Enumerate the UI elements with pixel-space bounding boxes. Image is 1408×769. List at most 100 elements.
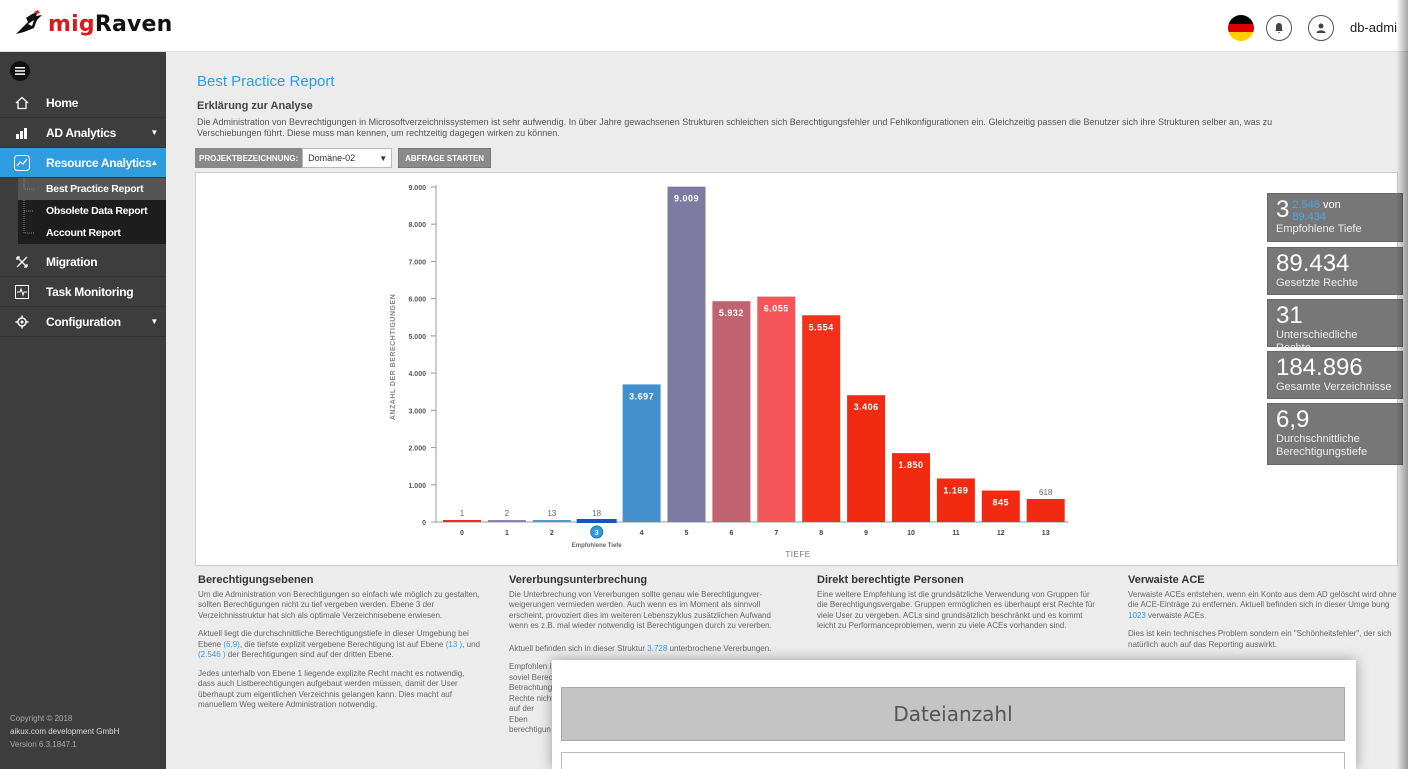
bar-depth-8 [802,315,841,522]
user-avatar-icon[interactable] [1308,15,1334,41]
x-tick-label: 12 [997,530,1005,537]
page-title: Best Practice Report [197,73,335,90]
monitor-icon [14,284,30,300]
x-tick-label: 8 [819,530,823,537]
sidebar-subitem-label: Account Report [46,227,121,239]
sidebar-subitem-account-report[interactable]: Account Report [18,222,166,244]
x-axis-label: TIEFE [785,550,810,559]
stat-value: 6,9 [1276,406,1310,433]
sidebar-item-ad-analytics[interactable]: AD Analytics ▼ [0,118,166,148]
orphaned-ace-link[interactable]: 1023 [1128,611,1146,620]
recommended-depth-label: Empfohlene Tiefe [572,543,623,549]
bar-value-label: 2 [505,509,510,518]
start-query-button[interactable]: ABFRAGE STARTEN [398,148,492,168]
y-tick-label: 7.000 [408,259,426,266]
caret-down-icon: ▼ [150,317,158,326]
bar-depth-5 [667,186,706,523]
y-tick-label: 6.000 [408,297,426,304]
popup-panel: Dateianzahl [552,660,1356,769]
secondary-option-button[interactable] [561,752,1345,769]
y-tick-label: 2.000 [408,446,426,453]
sidebar-item-label: Task Monitoring [46,284,134,299]
sidebar-item-configuration[interactable]: Configuration ▼ [0,307,166,337]
menu-toggle-icon[interactable] [10,61,30,81]
x-tick-label: 3 [595,530,599,537]
stat-value: 31 [1276,302,1303,329]
x-tick-label: 9 [864,530,868,537]
chart-panel: 0 1.000 2.000 3.000 4.000 5.000 6.000 7.000 8.00… [195,172,1403,566]
sidebar-item-label: Home [46,95,79,110]
stat-total-link: 89.434 [1292,211,1327,223]
german-flag-icon[interactable] [1228,15,1254,41]
x-tick-label: 6 [729,530,733,537]
stat-value: 3 [1276,196,1290,223]
stat-average-depth: 6,9 Durchschnittliche Berechtigungstiefe [1267,403,1403,465]
sidebar-subitem-best-practice-report[interactable]: Best Practice Report [18,178,166,200]
bar-value-label: 5.554 [809,322,834,332]
y-axis-label: ANZAHL DER BERECHTIGUNGEN [390,294,397,420]
bar-depth-0 [443,520,481,522]
permission-depth-chart: 0 1.000 2.000 3.000 4.000 5.000 6.000 7.000 8.00… [390,185,1069,559]
text-span: Aktuell befinden sich in dieser Struktur [509,643,648,653]
bar-depth-2 [532,520,571,522]
text-span: der Berechtigungen sind auf der dritten … [225,650,394,659]
project-select[interactable]: Domäne-02 ▼ [302,148,393,168]
y-tick-label: 9.000 [408,185,426,192]
sidebar-item-home[interactable]: Home [0,88,166,118]
bar-value-label: 845 [993,498,1010,508]
stat-label: Empfohlene Tiefe [1276,223,1362,235]
sidebar-subitem-obsolete-data-report[interactable]: Obsolete Data Report [18,200,166,222]
file-count-button[interactable]: Dateianzahl [561,687,1345,741]
intro-text: Die Administration von Bevrechtigungen i… [197,117,1397,139]
config-icon [14,314,30,330]
avg-depth-link[interactable]: (6,9) [223,640,239,649]
company-text: aikux.com development GmbH [10,727,120,736]
bell-icon[interactable] [1266,15,1292,41]
x-tick-label: 0 [460,530,464,537]
copyright-text: Copyright © 2018 [10,714,73,723]
home-icon [14,95,30,111]
info-title: Vererbungsunterbrechung [509,574,648,586]
info-title: Berechtigungsebenen [198,574,314,586]
sidebar-item-task-monitoring[interactable]: Task Monitoring [0,277,166,307]
caret-up-icon: ▲ [150,158,158,167]
migraven-logo[interactable]: migRaven [14,10,173,38]
info-paragraph: Jedes unterhalb von Ebene 1 liegende exp… [198,668,465,710]
x-tick-label: 11 [952,530,960,537]
x-tick-label: 10 [907,530,915,537]
text-span: unterbrochene Vererbungen. [667,643,772,653]
bar-depth-13 [1026,498,1065,522]
bar-chart-icon [14,125,30,141]
y-tick-label: 8.000 [408,222,426,229]
info-direct-users: Direkt berechtigte Personen Eine weitere… [817,575,1099,640]
stat-von: von [1322,199,1341,211]
brand-raven: Raven [94,11,173,37]
sidebar-item-resource-analytics[interactable]: Resource Analytics ▲ [0,148,166,178]
bar-depth-9 [847,395,886,522]
max-depth-link[interactable]: (13 ) [446,640,462,649]
broken-inheritance-link[interactable]: 3.728 [647,644,667,653]
sidebar-item-label: Resource Analytics [46,155,152,170]
third-level-link[interactable]: (2.546 ) [198,650,226,659]
bar-value-label: 5.932 [719,308,744,318]
text-span: verwaiste ACEs. [1145,610,1207,620]
bar-depth-6 [712,301,751,522]
info-paragraph: Eine weitere Empfehlung ist die grundsät… [817,589,1095,631]
info-paragraph: Um die Administration von Berechtigungen… [198,589,480,620]
info-paragraph: Die Unterbrechung von Vererbungen sollte… [509,589,772,631]
project-label: PROJEKTBEZEICHNUNG: [195,148,303,168]
info-title: Direkt berechtigte Personen [817,574,964,586]
info-paragraph: Verwaiste ACEs entstehen, wenn ein Konto… [1128,590,1398,622]
stat-label: Durchschnittliche Berechtigungstiefe [1276,433,1368,458]
chevron-down-icon: ▼ [379,153,388,163]
bar-depth-4 [622,384,661,522]
info-paragraph: Empfohlen i soviel Berec Betrachtung Rec… [509,662,554,734]
brand-mig: mig [48,11,95,37]
x-tick-label: 4 [640,530,644,537]
stat-label: Gesetzte Rechte [1276,277,1358,289]
text-span: Verwaiste ACEs entstehen, wenn ein Konto… [1128,589,1397,610]
sidebar-item-migration[interactable]: Migration [0,247,166,277]
stat-label: Gesamte Verzeichnisse [1276,381,1392,393]
user-name[interactable]: db-admi [1350,20,1397,35]
stat-distinct-rights: 31 Unterschiedliche Rechte [1267,299,1403,354]
